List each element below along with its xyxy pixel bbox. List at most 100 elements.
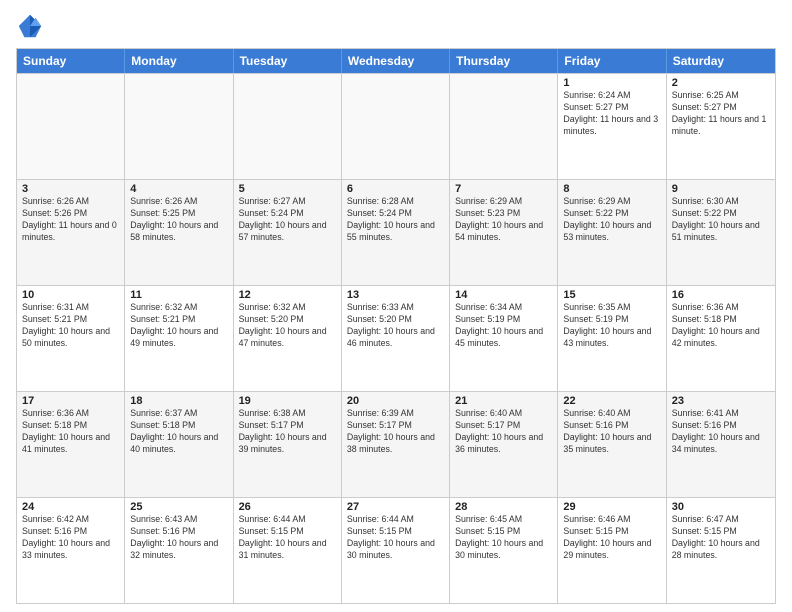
day-info: Sunrise: 6:28 AM Sunset: 5:24 PM Dayligh… [347,196,444,244]
day-info: Sunrise: 6:39 AM Sunset: 5:17 PM Dayligh… [347,408,444,456]
day-number: 21 [455,395,552,407]
page: SundayMondayTuesdayWednesdayThursdayFrid… [0,0,792,612]
calendar-row: 1Sunrise: 6:24 AM Sunset: 5:27 PM Daylig… [17,73,775,179]
day-cell: 1Sunrise: 6:24 AM Sunset: 5:27 PM Daylig… [558,74,666,179]
day-number: 30 [672,501,770,513]
header [16,12,776,40]
day-info: Sunrise: 6:32 AM Sunset: 5:21 PM Dayligh… [130,302,227,350]
day-number: 8 [563,183,660,195]
day-info: Sunrise: 6:34 AM Sunset: 5:19 PM Dayligh… [455,302,552,350]
day-number: 25 [130,501,227,513]
weekday-header: Sunday [17,49,125,73]
day-cell: 30Sunrise: 6:47 AM Sunset: 5:15 PM Dayli… [667,498,775,603]
calendar-header: SundayMondayTuesdayWednesdayThursdayFrid… [17,49,775,73]
day-info: Sunrise: 6:38 AM Sunset: 5:17 PM Dayligh… [239,408,336,456]
logo-icon [16,12,44,40]
day-info: Sunrise: 6:36 AM Sunset: 5:18 PM Dayligh… [672,302,770,350]
logo [16,12,46,40]
weekday-header: Monday [125,49,233,73]
day-number: 5 [239,183,336,195]
day-cell: 2Sunrise: 6:25 AM Sunset: 5:27 PM Daylig… [667,74,775,179]
day-number: 3 [22,183,119,195]
day-info: Sunrise: 6:41 AM Sunset: 5:16 PM Dayligh… [672,408,770,456]
day-number: 10 [22,289,119,301]
day-cell: 27Sunrise: 6:44 AM Sunset: 5:15 PM Dayli… [342,498,450,603]
day-number: 6 [347,183,444,195]
day-cell: 17Sunrise: 6:36 AM Sunset: 5:18 PM Dayli… [17,392,125,497]
day-number: 11 [130,289,227,301]
day-number: 24 [22,501,119,513]
day-cell: 7Sunrise: 6:29 AM Sunset: 5:23 PM Daylig… [450,180,558,285]
weekday-header: Wednesday [342,49,450,73]
day-number: 12 [239,289,336,301]
day-info: Sunrise: 6:47 AM Sunset: 5:15 PM Dayligh… [672,514,770,562]
day-info: Sunrise: 6:27 AM Sunset: 5:24 PM Dayligh… [239,196,336,244]
day-info: Sunrise: 6:40 AM Sunset: 5:16 PM Dayligh… [563,408,660,456]
day-cell: 26Sunrise: 6:44 AM Sunset: 5:15 PM Dayli… [234,498,342,603]
day-number: 29 [563,501,660,513]
day-number: 15 [563,289,660,301]
day-number: 16 [672,289,770,301]
weekday-header: Friday [558,49,666,73]
day-info: Sunrise: 6:26 AM Sunset: 5:25 PM Dayligh… [130,196,227,244]
day-cell: 29Sunrise: 6:46 AM Sunset: 5:15 PM Dayli… [558,498,666,603]
day-cell: 21Sunrise: 6:40 AM Sunset: 5:17 PM Dayli… [450,392,558,497]
day-cell: 19Sunrise: 6:38 AM Sunset: 5:17 PM Dayli… [234,392,342,497]
day-number: 18 [130,395,227,407]
day-cell: 25Sunrise: 6:43 AM Sunset: 5:16 PM Dayli… [125,498,233,603]
weekday-header: Saturday [667,49,775,73]
day-cell: 24Sunrise: 6:42 AM Sunset: 5:16 PM Dayli… [17,498,125,603]
day-cell: 13Sunrise: 6:33 AM Sunset: 5:20 PM Dayli… [342,286,450,391]
day-info: Sunrise: 6:29 AM Sunset: 5:22 PM Dayligh… [563,196,660,244]
day-info: Sunrise: 6:36 AM Sunset: 5:18 PM Dayligh… [22,408,119,456]
day-number: 23 [672,395,770,407]
day-number: 13 [347,289,444,301]
day-info: Sunrise: 6:24 AM Sunset: 5:27 PM Dayligh… [563,90,660,138]
day-number: 19 [239,395,336,407]
day-number: 28 [455,501,552,513]
calendar-row: 3Sunrise: 6:26 AM Sunset: 5:26 PM Daylig… [17,179,775,285]
empty-cell [17,74,125,179]
day-cell: 22Sunrise: 6:40 AM Sunset: 5:16 PM Dayli… [558,392,666,497]
day-info: Sunrise: 6:29 AM Sunset: 5:23 PM Dayligh… [455,196,552,244]
day-cell: 12Sunrise: 6:32 AM Sunset: 5:20 PM Dayli… [234,286,342,391]
day-number: 14 [455,289,552,301]
day-cell: 16Sunrise: 6:36 AM Sunset: 5:18 PM Dayli… [667,286,775,391]
calendar-row: 10Sunrise: 6:31 AM Sunset: 5:21 PM Dayli… [17,285,775,391]
day-number: 26 [239,501,336,513]
weekday-header: Thursday [450,49,558,73]
day-info: Sunrise: 6:46 AM Sunset: 5:15 PM Dayligh… [563,514,660,562]
day-number: 22 [563,395,660,407]
empty-cell [125,74,233,179]
day-cell: 18Sunrise: 6:37 AM Sunset: 5:18 PM Dayli… [125,392,233,497]
day-info: Sunrise: 6:42 AM Sunset: 5:16 PM Dayligh… [22,514,119,562]
day-info: Sunrise: 6:33 AM Sunset: 5:20 PM Dayligh… [347,302,444,350]
day-info: Sunrise: 6:40 AM Sunset: 5:17 PM Dayligh… [455,408,552,456]
day-cell: 4Sunrise: 6:26 AM Sunset: 5:25 PM Daylig… [125,180,233,285]
day-number: 4 [130,183,227,195]
day-number: 17 [22,395,119,407]
day-info: Sunrise: 6:44 AM Sunset: 5:15 PM Dayligh… [347,514,444,562]
day-info: Sunrise: 6:30 AM Sunset: 5:22 PM Dayligh… [672,196,770,244]
calendar: SundayMondayTuesdayWednesdayThursdayFrid… [16,48,776,604]
day-cell: 11Sunrise: 6:32 AM Sunset: 5:21 PM Dayli… [125,286,233,391]
empty-cell [234,74,342,179]
day-cell: 10Sunrise: 6:31 AM Sunset: 5:21 PM Dayli… [17,286,125,391]
day-number: 20 [347,395,444,407]
day-cell: 6Sunrise: 6:28 AM Sunset: 5:24 PM Daylig… [342,180,450,285]
calendar-row: 24Sunrise: 6:42 AM Sunset: 5:16 PM Dayli… [17,497,775,603]
day-number: 2 [672,77,770,89]
day-info: Sunrise: 6:35 AM Sunset: 5:19 PM Dayligh… [563,302,660,350]
day-info: Sunrise: 6:25 AM Sunset: 5:27 PM Dayligh… [672,90,770,138]
empty-cell [342,74,450,179]
day-cell: 23Sunrise: 6:41 AM Sunset: 5:16 PM Dayli… [667,392,775,497]
day-info: Sunrise: 6:43 AM Sunset: 5:16 PM Dayligh… [130,514,227,562]
day-info: Sunrise: 6:44 AM Sunset: 5:15 PM Dayligh… [239,514,336,562]
day-cell: 9Sunrise: 6:30 AM Sunset: 5:22 PM Daylig… [667,180,775,285]
day-number: 27 [347,501,444,513]
day-number: 7 [455,183,552,195]
day-cell: 15Sunrise: 6:35 AM Sunset: 5:19 PM Dayli… [558,286,666,391]
weekday-header: Tuesday [234,49,342,73]
day-cell: 28Sunrise: 6:45 AM Sunset: 5:15 PM Dayli… [450,498,558,603]
day-info: Sunrise: 6:45 AM Sunset: 5:15 PM Dayligh… [455,514,552,562]
